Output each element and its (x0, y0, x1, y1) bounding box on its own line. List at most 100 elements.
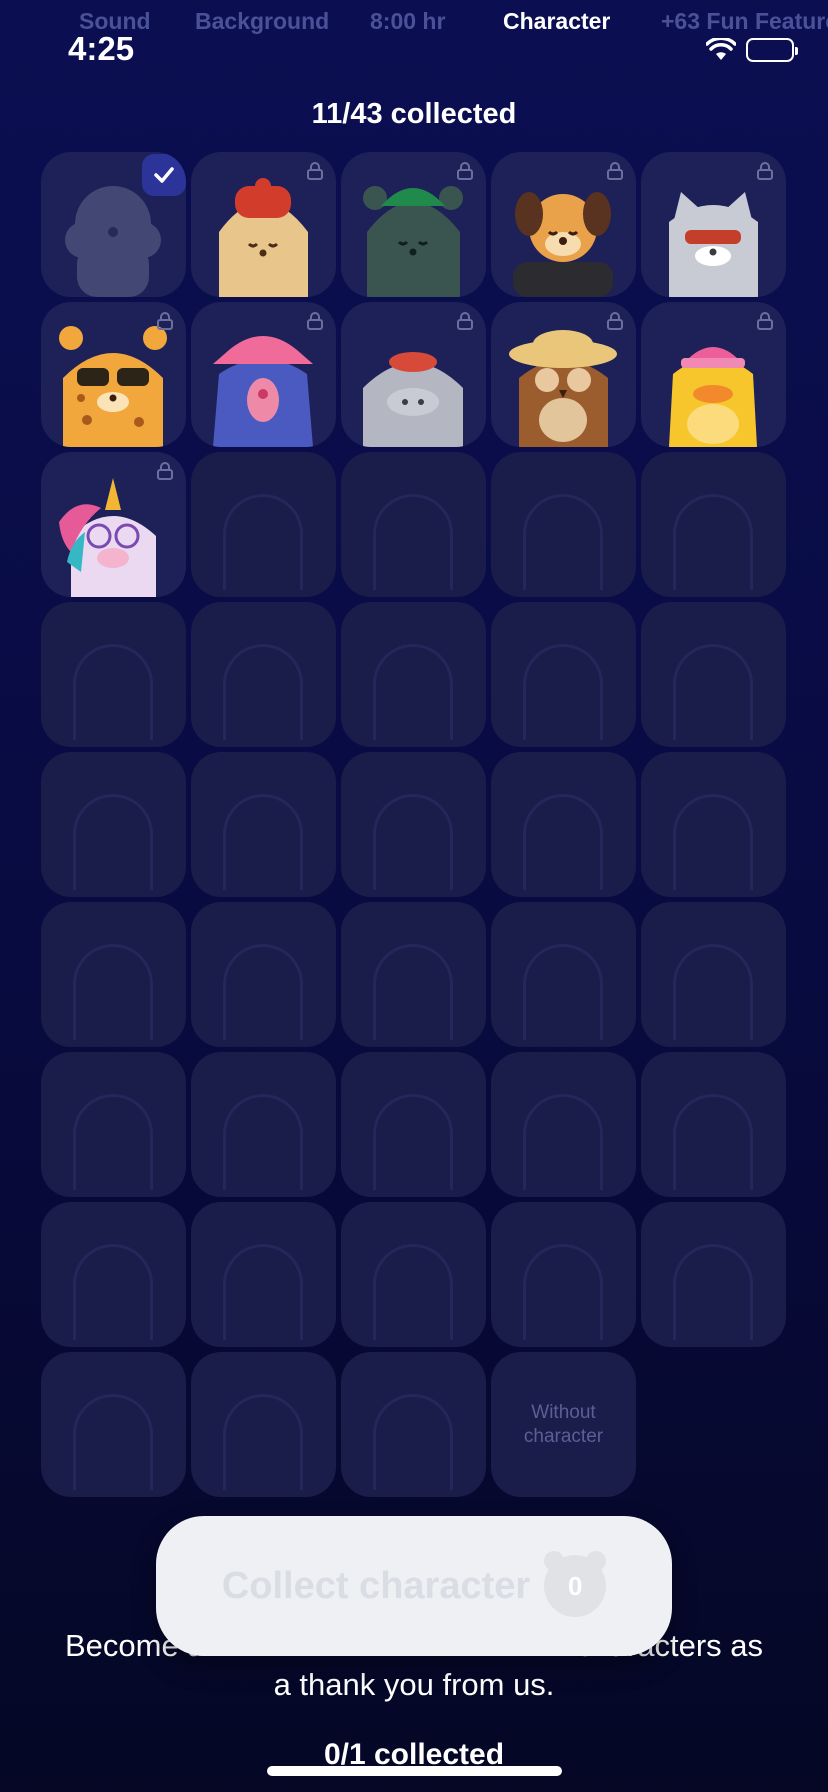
character-slot-locked[interactable] (191, 1052, 336, 1197)
without-character-tile[interactable]: Without character (491, 1352, 636, 1497)
character-silhouette-icon (73, 1394, 153, 1490)
status-time: 4:25 (68, 30, 135, 67)
character-silhouette-icon (223, 1244, 303, 1340)
lock-icon (457, 312, 473, 330)
character-slot-locked[interactable] (491, 902, 636, 1047)
footer-line-2: a thank you from us. (273, 1667, 555, 1702)
character-tile-bird[interactable] (191, 302, 336, 447)
character-silhouette-icon (73, 944, 153, 1040)
character-slot-locked[interactable] (641, 752, 786, 897)
character-silhouette-icon (373, 494, 453, 590)
lock-icon (457, 162, 473, 180)
character-silhouette-icon (673, 794, 753, 890)
character-slot-locked[interactable] (341, 1052, 486, 1197)
lock-icon (157, 312, 173, 330)
character-slot-locked[interactable] (341, 752, 486, 897)
character-silhouette-icon (73, 1244, 153, 1340)
home-indicator[interactable] (267, 1766, 562, 1776)
character-slot-locked[interactable] (191, 1352, 336, 1497)
character-slot-locked[interactable] (191, 1202, 336, 1347)
character-silhouette-icon (73, 794, 153, 890)
lock-icon (757, 162, 773, 180)
character-slot-locked[interactable] (491, 452, 636, 597)
tab-sleep-duration[interactable]: 8:00 hr (370, 8, 445, 35)
character-silhouette-icon (373, 794, 453, 890)
lock-icon (307, 162, 323, 180)
lock-icon (757, 312, 773, 330)
character-slot-locked[interactable] (491, 752, 636, 897)
coin-count: 0 (567, 1570, 583, 1601)
character-tile-hedgehog[interactable] (191, 152, 336, 297)
character-tile-leopard[interactable] (41, 302, 186, 447)
tab-fun-features[interactable]: +63 Fun Features (661, 8, 828, 35)
character-silhouette-icon (223, 794, 303, 890)
character-silhouette-icon (673, 644, 753, 740)
wifi-icon (706, 38, 736, 62)
character-slot-locked[interactable] (491, 602, 636, 747)
character-slot-locked[interactable] (41, 602, 186, 747)
character-tile-panther[interactable] (341, 152, 486, 297)
without-character-label: Without character (523, 1401, 604, 1447)
character-slot-locked[interactable] (41, 1052, 186, 1197)
character-tile-cat[interactable] (641, 152, 786, 297)
character-slot-locked[interactable] (41, 902, 186, 1047)
character-silhouette-icon (223, 1094, 303, 1190)
character-slot-locked[interactable] (41, 752, 186, 897)
character-slot-locked[interactable] (341, 602, 486, 747)
character-silhouette-icon (373, 944, 453, 1040)
character-silhouette-icon (523, 794, 603, 890)
character-silhouette-icon (673, 494, 753, 590)
character-silhouette-icon (373, 1394, 453, 1490)
character-slot-locked[interactable] (41, 1202, 186, 1347)
character-slot-locked[interactable] (341, 1352, 486, 1497)
collect-character-label: Collect character (221, 1564, 531, 1607)
character-tile-owl[interactable] (491, 302, 636, 447)
character-tile-dog[interactable] (491, 152, 636, 297)
character-slot-locked[interactable] (191, 602, 336, 747)
lock-icon (157, 462, 173, 480)
character-silhouette-icon (673, 944, 753, 1040)
bear-coin-icon: 0 (544, 1551, 607, 1617)
character-silhouette-icon (523, 1244, 603, 1340)
character-tile-hippo[interactable] (341, 302, 486, 447)
character-tile-unicorn[interactable] (41, 452, 186, 597)
character-silhouette-icon (673, 1094, 753, 1190)
character-silhouette-icon (223, 944, 303, 1040)
character-slot-locked[interactable] (491, 1202, 636, 1347)
character-slot-locked[interactable] (191, 752, 336, 897)
selected-check-icon (142, 154, 186, 196)
character-silhouette-icon (223, 494, 303, 590)
character-silhouette-icon (73, 1094, 153, 1190)
character-silhouette-icon (373, 1094, 453, 1190)
character-slot-locked[interactable] (191, 902, 336, 1047)
character-slot-locked[interactable] (491, 1052, 636, 1197)
character-slot-locked[interactable] (341, 452, 486, 597)
character-silhouette-icon (223, 1394, 303, 1490)
character-slot-locked[interactable] (191, 452, 336, 597)
character-slot-locked[interactable] (41, 1352, 186, 1497)
character-silhouette-icon (223, 644, 303, 740)
character-silhouette-icon (523, 644, 603, 740)
character-silhouette-icon (523, 1094, 603, 1190)
character-slot-locked[interactable] (341, 1202, 486, 1347)
character-slot-locked[interactable] (641, 1202, 786, 1347)
character-silhouette-icon (523, 944, 603, 1040)
status-icons (706, 36, 798, 64)
character-silhouette-icon (373, 644, 453, 740)
character-silhouette-icon (373, 1244, 453, 1340)
character-silhouette-icon (523, 494, 603, 590)
lock-icon (607, 312, 623, 330)
character-tile-poodle[interactable] (41, 152, 186, 297)
character-slot-locked[interactable] (641, 902, 786, 1047)
collection-progress-title: 11/43 collected (311, 98, 517, 130)
character-slot-locked[interactable] (641, 1052, 786, 1197)
character-slot-locked[interactable] (341, 902, 486, 1047)
character-slot-locked[interactable] (641, 452, 786, 597)
tab-background[interactable]: Background (195, 8, 329, 35)
character-slot-locked[interactable] (641, 602, 786, 747)
character-tile-duck[interactable] (641, 302, 786, 447)
character-silhouette-icon (673, 1244, 753, 1340)
character-grid: Without character (41, 152, 787, 1497)
tab-character[interactable]: Character (503, 8, 610, 35)
collect-character-button[interactable]: Collect character 0 (156, 1516, 672, 1656)
